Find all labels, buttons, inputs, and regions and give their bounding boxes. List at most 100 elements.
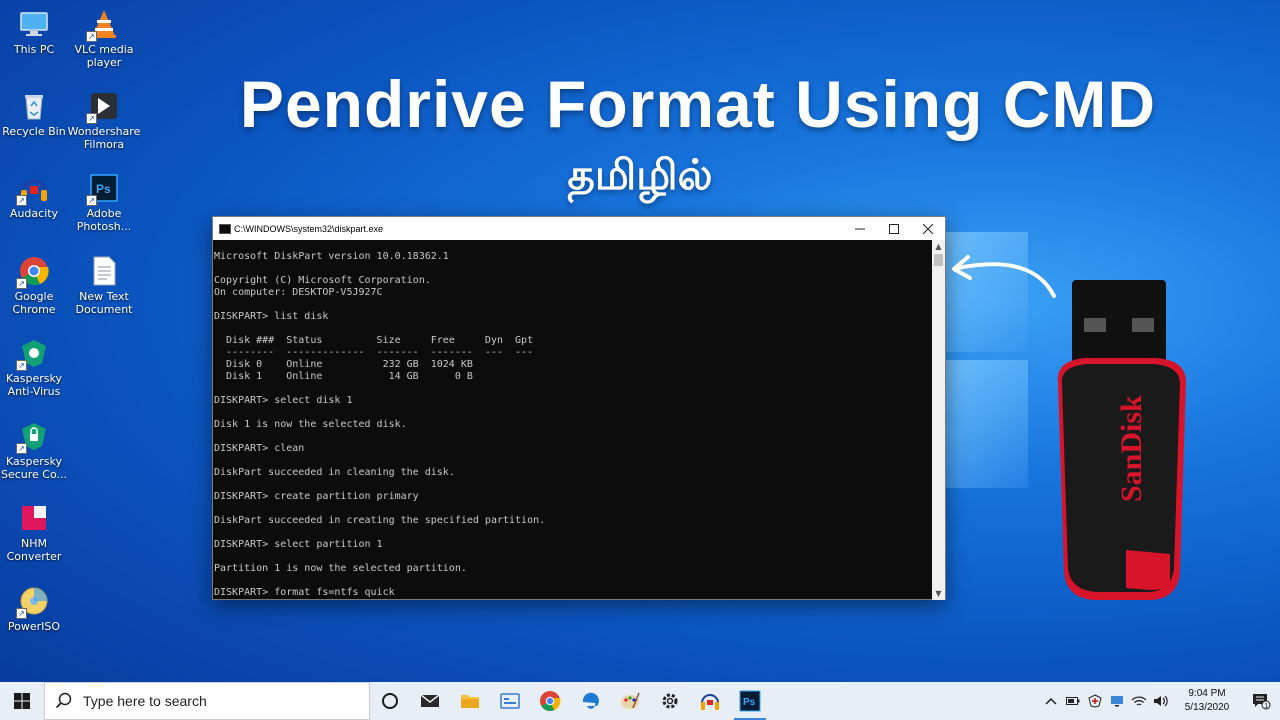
windows-start-icon (14, 693, 30, 709)
taskbar-clock[interactable]: 9:04 PM 5/13/2020 (1172, 687, 1242, 715)
close-button[interactable] (911, 217, 945, 240)
photoshop-icon: Ps (739, 690, 761, 712)
minimize-button[interactable] (843, 217, 877, 240)
svg-text:Ps: Ps (743, 697, 756, 708)
poweriso-icon: ↗ (16, 585, 50, 619)
scroll-down-icon[interactable]: ▼ (932, 587, 945, 600)
taskbar-paint[interactable] (610, 682, 650, 720)
taskbar-photoshop[interactable]: Ps (730, 682, 770, 720)
kaspersky-secure-icon: ↗ (16, 420, 50, 454)
console-line: DiskPart succeeded in cleaning the disk. (214, 467, 455, 478)
taskbar-cortana[interactable] (370, 682, 410, 720)
console-line: On computer: DESKTOP-V5J927C (214, 287, 383, 298)
action-center-button[interactable]: 1 (1242, 692, 1280, 710)
console-line: DISKPART> create partition primary (214, 491, 419, 502)
taskbar-mail[interactable] (410, 682, 450, 720)
taskbar-calendar[interactable] (490, 682, 530, 720)
desktop-icon-chrome[interactable]: ↗ Google Chrome (0, 255, 71, 316)
taskbar-chrome[interactable] (530, 682, 570, 720)
console-output[interactable]: Microsoft DiskPart version 10.0.18362.1 C… (213, 240, 933, 600)
tray-overflow-chevron-icon[interactable] (1040, 682, 1062, 720)
text-document-icon (88, 255, 120, 287)
start-button[interactable] (0, 682, 44, 720)
recycle-bin-icon (18, 90, 50, 122)
console-line: Microsoft DiskPart version 10.0.18362.1 (214, 251, 449, 262)
search-placeholder: Type here to search (83, 693, 207, 709)
window-titlebar[interactable]: C:\WINDOWS\system32\diskpart.exe (213, 217, 945, 240)
chrome-icon: ↗ (16, 255, 50, 289)
taskbar-audacity[interactable] (690, 682, 730, 720)
file-explorer-icon (461, 695, 479, 708)
console-line: Disk ### Status Size Free Dyn Gpt (214, 335, 534, 346)
audacity-icon (701, 694, 719, 710)
taskbar-edge[interactable] (570, 682, 610, 720)
desktop-icon-nhm-converter[interactable]: NHM Converter (0, 502, 71, 563)
desktop-icon-filmora[interactable]: ↗ Wondershare Filmora (67, 90, 141, 151)
sandisk-usb-drive: SanDisk (1057, 280, 1186, 600)
wifi-icon[interactable] (1128, 682, 1150, 720)
pointer-arrow-icon (952, 255, 1056, 298)
console-line: DISKPART> clean (214, 443, 305, 454)
window-title: C:\WINDOWS\system32\diskpart.exe (234, 223, 384, 234)
console-line: DISKPART> select disk 1 (214, 395, 353, 406)
console-line: DiskPart succeeded in creating the speci… (214, 515, 546, 526)
console-line: Copyright (C) Microsoft Corporation. (214, 275, 431, 286)
desktop-icon-kaspersky-secure[interactable]: ↗ Kaspersky Secure Co... (0, 420, 71, 481)
chrome-icon (540, 691, 561, 711)
taskbar-settings[interactable] (650, 682, 690, 720)
notification-count: 1 (1264, 703, 1268, 710)
video-subtitle-tamil: தமிழில் (567, 150, 713, 199)
photoshop-icon: Ps ↗ (86, 172, 120, 206)
kaspersky-tray-icon[interactable] (1084, 682, 1106, 720)
desktop-icon-audacity[interactable]: ↗ Audacity (0, 172, 71, 220)
console-line: Partition 1 is now the selected partitio… (214, 563, 467, 574)
clock-date: 5/13/2020 (1184, 702, 1230, 713)
filmora-icon: ↗ (86, 90, 120, 124)
minimize-icon (855, 228, 865, 229)
svg-text:Ps: Ps (96, 182, 111, 196)
console-line: DISKPART> select partition 1 (214, 539, 383, 550)
calendar-icon (500, 693, 520, 709)
taskbar-search-box[interactable]: Type here to search (44, 682, 370, 720)
console-scrollbar[interactable]: ▲ ▼ (932, 240, 945, 600)
taskbar-file-explorer[interactable] (450, 682, 490, 720)
desktop-icon-text-document[interactable]: New Text Document (67, 255, 141, 316)
console-line: DISKPART> list disk (214, 311, 329, 322)
kaspersky-antivirus-icon: ↗ (16, 337, 50, 371)
desktop-icon-recycle-bin[interactable]: Recycle Bin (0, 90, 71, 138)
diskpart-window[interactable]: C:\WINDOWS\system32\diskpart.exe Microso… (212, 216, 946, 600)
cortana-icon (382, 693, 398, 709)
console-line: Disk 1 is now the selected disk. (214, 419, 407, 430)
maximize-button[interactable] (877, 217, 911, 240)
clock-time: 9:04 PM (1188, 688, 1226, 699)
maximize-icon (889, 223, 899, 234)
display-tray-icon[interactable] (1106, 682, 1128, 720)
system-tray: 9:04 PM 5/13/2020 1 (1040, 682, 1280, 720)
mail-icon (420, 694, 440, 707)
desktop-icon-this-pc[interactable]: This PC (0, 8, 71, 56)
desktop-icon-photoshop[interactable]: Ps ↗ Adobe Photosh... (67, 172, 141, 233)
taskbar: Type here to search Ps 9:04 PM 5/13/2020… (0, 682, 1280, 720)
this-pc-icon (18, 8, 50, 40)
console-line: -------- ------------- ------- ------- -… (214, 347, 534, 358)
edge-icon (582, 692, 599, 709)
volume-icon[interactable] (1150, 682, 1172, 720)
scroll-up-icon[interactable]: ▲ (932, 240, 945, 253)
scrollbar-thumb[interactable] (934, 254, 943, 266)
desktop-icon-poweriso[interactable]: ↗ PowerISO (0, 585, 71, 633)
console-line: Disk 0 Online 232 GB 1024 KB (214, 359, 473, 370)
battery-icon[interactable] (1062, 682, 1084, 720)
desktop-icon-kaspersky-antivirus[interactable]: ↗ Kaspersky Anti-Virus (0, 337, 71, 398)
desktop-icon-vlc[interactable]: ↗ VLC media player (67, 8, 141, 69)
audacity-icon: ↗ (16, 172, 50, 206)
nhm-converter-icon (18, 502, 50, 534)
